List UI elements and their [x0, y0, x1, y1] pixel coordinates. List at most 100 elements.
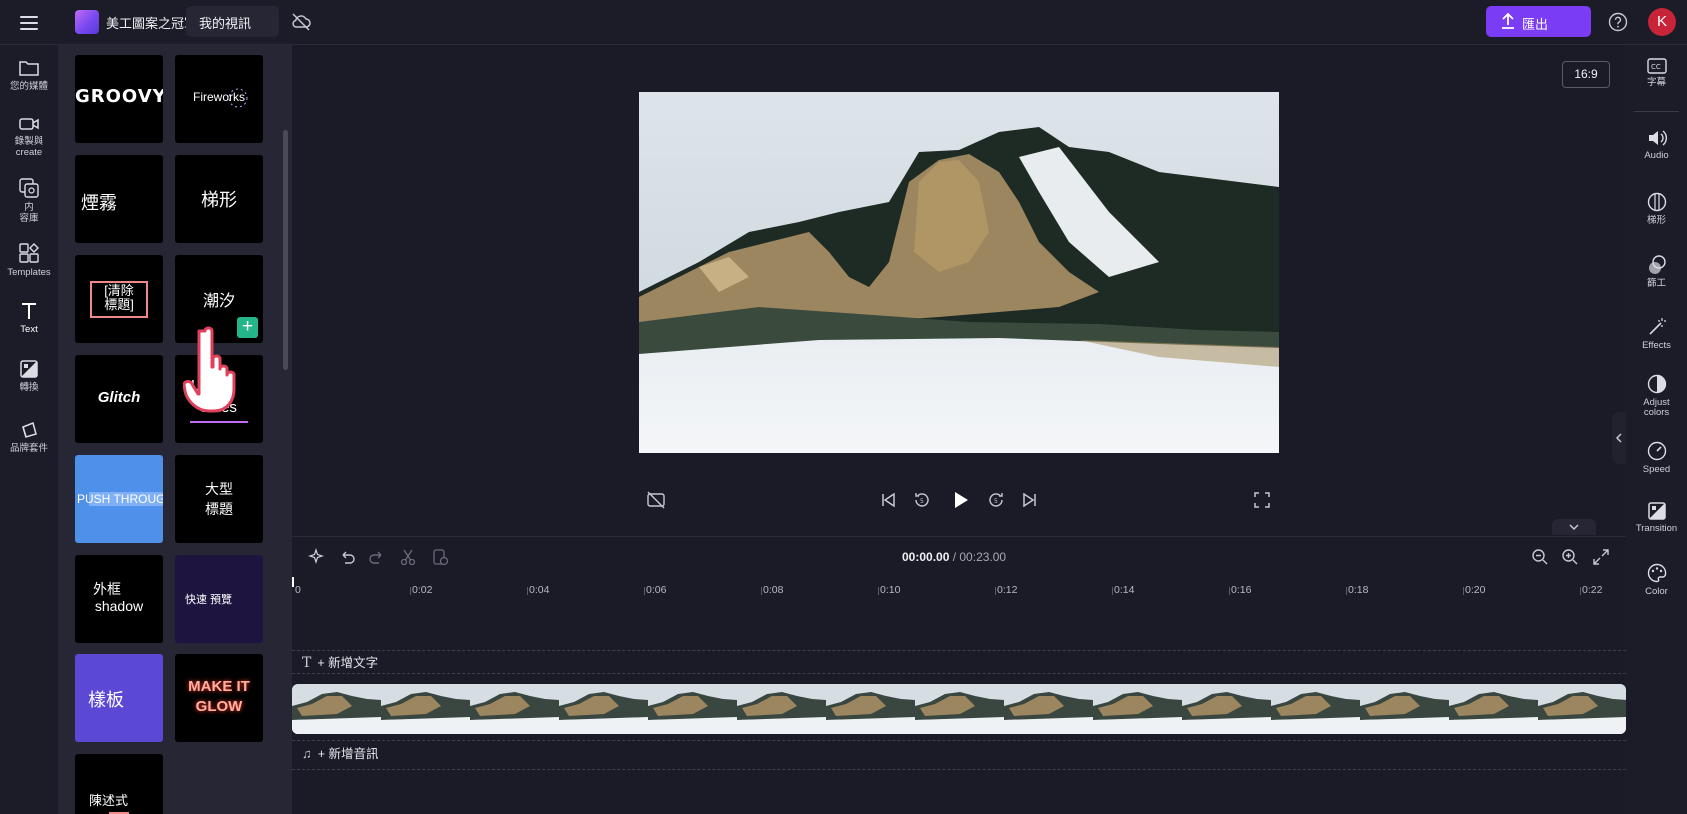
- rnav-adjust-colors[interactable]: Adjust colors: [1626, 373, 1687, 418]
- export-button[interactable]: 匯出: [1486, 6, 1591, 37]
- zoom-in-icon[interactable]: [1560, 547, 1580, 567]
- nav-record-create[interactable]: 錄製與 create: [0, 115, 58, 158]
- text-tile-statement[interactable]: 陳述式: [75, 754, 163, 814]
- redo-icon[interactable]: [367, 547, 387, 567]
- undo-icon[interactable]: [337, 547, 357, 567]
- nav-label: Templates: [7, 267, 51, 278]
- rnav-fade[interactable]: 梯形: [1626, 191, 1687, 226]
- nav-brand-kit[interactable]: 品牌套件: [0, 420, 58, 454]
- track-divider: [292, 650, 1626, 651]
- rnav-audio[interactable]: Audio: [1626, 128, 1687, 161]
- text-templates-panel: GROOVY Fireworks 煙霧 梯形 [清除 標題] 潮汐 + Glit…: [58, 45, 292, 814]
- rnav-transition[interactable]: Transition: [1626, 501, 1687, 534]
- tile-label: 樣板: [88, 690, 124, 710]
- audio-icon: [1648, 130, 1667, 146]
- tick-label: 0:10: [880, 584, 901, 596]
- text-tile-outline[interactable]: 外框 shadow: [75, 555, 163, 643]
- magic-sparkle-icon[interactable]: [307, 547, 327, 567]
- rnav-captions[interactable]: CC 字幕: [1626, 57, 1687, 88]
- fullscreen-icon[interactable]: [1251, 489, 1273, 511]
- text-tile-smoke[interactable]: 煙霧: [75, 155, 163, 243]
- help-icon[interactable]: [1607, 11, 1629, 33]
- timeline-ruler[interactable]: 0 0:02 0:04 0:06 0:08 0:10 0:12 0:14 0:1…: [292, 577, 1626, 601]
- captions-off-icon[interactable]: [645, 489, 667, 511]
- tile-label: PUSH THROUGH: [77, 492, 163, 506]
- timeline-toolbar: 00:00.00 / 00:23.00: [292, 537, 1626, 577]
- skip-to-start-icon[interactable]: [877, 489, 899, 511]
- rnav-label: Speed: [1642, 464, 1671, 475]
- nav-content-library[interactable]: 内 容庫: [0, 177, 58, 224]
- tick-label: 0:14: [1114, 584, 1135, 596]
- text-tile-trapezoid[interactable]: 梯形: [175, 155, 263, 243]
- brand-kit-icon: [22, 421, 37, 438]
- rewind-5s-icon[interactable]: 5: [911, 489, 933, 511]
- track-divider: [292, 740, 1626, 741]
- add-text-track[interactable]: T + 新增文字: [302, 652, 378, 671]
- fit-to-screen-icon[interactable]: [1591, 547, 1611, 567]
- folder-icon: [19, 61, 39, 76]
- tick-mark: [878, 587, 879, 595]
- text-icon: [22, 303, 36, 319]
- text-tile-make-it-glow[interactable]: MAKE IT GLOW: [175, 654, 263, 742]
- menu-icon[interactable]: [17, 13, 41, 33]
- play-icon[interactable]: [948, 488, 972, 512]
- delete-clip-icon[interactable]: [430, 547, 450, 567]
- nav-your-media[interactable]: 您的媒體: [0, 58, 58, 92]
- expand-timeline-button[interactable]: [1552, 519, 1596, 535]
- cloud-off-icon[interactable]: [290, 12, 312, 32]
- video-clip[interactable]: [292, 684, 1626, 734]
- tick-mark: [761, 587, 762, 595]
- add-audio-track[interactable]: ♫ + 新增音訊: [302, 743, 379, 761]
- divider: [1634, 111, 1679, 112]
- color-palette-icon: [1647, 563, 1666, 583]
- text-tile-glitch[interactable]: Glitch: [75, 355, 163, 443]
- video-preview[interactable]: [639, 92, 1279, 453]
- content-library-icon: [19, 178, 39, 198]
- transition-icon: [1647, 502, 1666, 520]
- tick-mark: [1346, 587, 1347, 595]
- text-tile-fireworks[interactable]: Fireworks: [175, 55, 263, 143]
- right-sidebar: CC 字幕 Audio 梯形 篩工 Effects Adjust colors …: [1626, 45, 1687, 814]
- playhead[interactable]: [292, 577, 294, 587]
- tile-label: 大型: [205, 481, 233, 497]
- transitions-icon: [20, 360, 38, 378]
- video-title-input[interactable]: 我的視訊: [186, 6, 279, 37]
- text-tile-template[interactable]: 樣板: [75, 654, 163, 742]
- rnav-filters[interactable]: 篩工: [1626, 254, 1687, 289]
- tile-label: 潮汐: [202, 293, 235, 310]
- cut-icon[interactable]: [398, 547, 418, 567]
- hand-cursor-icon: [183, 326, 236, 413]
- nav-templates[interactable]: Templates: [0, 242, 58, 278]
- tick-label: 0:02: [412, 584, 433, 596]
- rnav-effects[interactable]: Effects: [1626, 316, 1687, 351]
- text-tile-large-title[interactable]: 大型 標題: [175, 455, 263, 543]
- rnav-speed[interactable]: Speed: [1626, 440, 1687, 475]
- rnav-color[interactable]: Color: [1626, 562, 1687, 597]
- nav-transitions[interactable]: 轉換: [0, 359, 58, 393]
- text-tile-clear-title[interactable]: [清除 標題]: [75, 255, 163, 343]
- tile-label: 快速 預覽: [185, 594, 233, 606]
- timeline: 00:00.00 / 00:23.00 0 0:02 0:04 0:06 0:0…: [292, 536, 1626, 814]
- text-tile-quick-preview[interactable]: 快速 預覽: [175, 555, 263, 643]
- tick-label: 0:06: [646, 584, 667, 596]
- panel-scrollbar[interactable]: [283, 130, 288, 370]
- text-tile-push-through[interactable]: PUSH THROUGH: [75, 455, 163, 543]
- tick-label: 0:16: [1231, 584, 1252, 596]
- timecode: 00:00.00 / 00:23.00: [902, 550, 1006, 564]
- text-tile-groovy[interactable]: GROOVY: [75, 55, 163, 143]
- tick-mark: [410, 587, 411, 595]
- user-avatar[interactable]: K: [1648, 8, 1676, 36]
- zoom-out-icon[interactable]: [1530, 547, 1550, 567]
- text-track-icon: T: [302, 655, 312, 671]
- aspect-ratio-button[interactable]: 16:9: [1562, 61, 1610, 88]
- forward-5s-icon[interactable]: 5: [985, 489, 1007, 511]
- rnav-label: Transition: [1635, 523, 1678, 534]
- collapse-properties-button[interactable]: [1612, 412, 1626, 464]
- chevron-down-icon: [1569, 524, 1579, 531]
- app-window: 美工圖案之冠軍 我的視訊 匯出 K 您的媒體 錄製與 create 内 容庫 T…: [0, 0, 1687, 814]
- nav-text[interactable]: Text: [0, 301, 58, 335]
- skip-to-end-icon[interactable]: [1019, 489, 1041, 511]
- captions-icon: CC: [1646, 58, 1667, 74]
- tile-label: 外框: [93, 581, 121, 597]
- tile-label: Glitch: [97, 389, 141, 406]
